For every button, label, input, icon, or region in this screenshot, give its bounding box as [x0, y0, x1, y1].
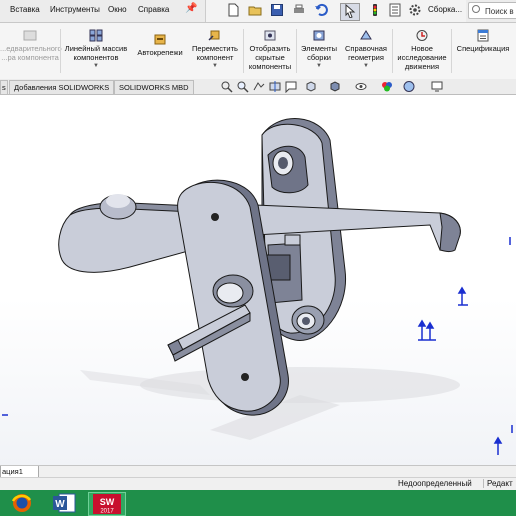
view-orientation-icon[interactable]: [304, 80, 318, 93]
fastener-icon: [154, 34, 166, 45]
move-component-icon: [208, 30, 220, 41]
chevron-down-icon[interactable]: ▼: [62, 62, 130, 70]
menu-window[interactable]: Окно: [108, 5, 127, 14]
tab-overflow[interactable]: s: [0, 80, 8, 94]
show-hidden-label: Отобразить скрытые компоненты: [248, 44, 292, 71]
hide-show-items-icon[interactable]: [354, 80, 368, 93]
ribbon-separator: [60, 29, 61, 73]
zoom-area-icon[interactable]: [236, 80, 250, 93]
windows-taskbar: W SW 2017: [0, 490, 516, 516]
assembly-features-label: Элементы сборки: [301, 44, 337, 62]
chevron-down-icon[interactable]: ▼: [341, 62, 391, 70]
tab-solidworks-addins[interactable]: Добавления SOLIDWORKS: [9, 80, 115, 94]
pin-icon[interactable]: 📌: [185, 3, 197, 14]
select-arrow-icon[interactable]: [340, 3, 360, 21]
smart-fasteners-label: Автокрепежи: [137, 48, 183, 57]
motion-study-icon: [416, 30, 428, 41]
linear-pattern-button[interactable]: Линейный массив компонентов ▼: [62, 23, 130, 79]
command-ribbon: ...едварительного ...ра компонента Линей…: [0, 23, 516, 80]
options-gear-icon[interactable]: [406, 3, 424, 19]
new-document-icon[interactable]: [224, 3, 242, 19]
view-settings-icon[interactable]: [430, 80, 444, 93]
assembly-features-icon: [313, 30, 325, 41]
definition-status: Недоопределенный: [398, 479, 472, 488]
menu-tools[interactable]: Инструменты: [50, 5, 100, 14]
menu-bar: Вставка Инструменты Окно Справка 📌 Сборк…: [0, 0, 516, 23]
graphics-area[interactable]: [0, 95, 516, 465]
apply-scene-icon[interactable]: [402, 80, 416, 93]
component-preview-icon: [23, 30, 37, 41]
assembly-model[interactable]: [0, 95, 516, 465]
ribbon-separator: [243, 29, 244, 73]
bill-of-materials-label: Спецификация: [456, 44, 510, 53]
solidworks-icon[interactable]: SW 2017: [88, 492, 126, 516]
preview-component-label: ...едварительного ...ра компонента: [0, 44, 62, 62]
dynamic-annotation-icon[interactable]: [284, 80, 298, 93]
open-folder-icon[interactable]: [246, 3, 264, 19]
solidworks-version-label: 2017: [100, 509, 114, 515]
tab-solidworks-mbd[interactable]: SOLIDWORKS MBD: [114, 80, 194, 94]
svg-text:SW: SW: [100, 497, 115, 507]
menu-insert[interactable]: Вставка: [10, 5, 40, 14]
search-icon: [472, 5, 480, 13]
ribbon-separator: [296, 29, 297, 73]
svg-text:W: W: [55, 499, 65, 510]
show-hidden-icon: [264, 30, 276, 41]
status-bar: Недоопределенный Редакт: [0, 477, 516, 491]
word-icon[interactable]: W: [50, 492, 78, 514]
ribbon-separator: [451, 29, 452, 73]
undo-icon[interactable]: [312, 3, 330, 19]
bill-of-materials-button[interactable]: Спецификация: [453, 23, 513, 79]
display-style-icon[interactable]: [328, 80, 342, 93]
preview-component-button[interactable]: ...едварительного ...ра компонента: [0, 23, 62, 79]
rebuild-icon[interactable]: [366, 3, 384, 19]
move-component-button[interactable]: Переместить компонент ▼: [188, 23, 242, 79]
smart-fasteners-button[interactable]: Автокрепежи: [132, 23, 188, 79]
firefox-icon[interactable]: [8, 492, 36, 514]
document-name[interactable]: Сборка...: [428, 5, 462, 14]
save-icon[interactable]: [268, 3, 286, 19]
linear-pattern-label: Линейный массив компонентов: [64, 44, 128, 62]
edit-appearance-icon[interactable]: [380, 80, 394, 93]
command-manager-tabs: s Добавления SOLIDWORKS SOLIDWORKS MBD: [0, 79, 516, 95]
linear-pattern-icon: [89, 29, 103, 42]
edit-mode-status: Редакт: [483, 479, 513, 488]
reference-geometry-label: Справочная геометрия: [344, 44, 387, 62]
ribbon-separator: [392, 29, 393, 73]
zoom-to-fit-icon[interactable]: [220, 80, 234, 93]
reference-geometry-button[interactable]: Справочная геометрия ▼: [341, 23, 391, 79]
chevron-down-icon[interactable]: ▼: [188, 62, 242, 70]
chevron-down-icon[interactable]: ▼: [298, 62, 340, 70]
section-view-icon[interactable]: [268, 80, 282, 93]
reference-geometry-icon: [360, 30, 372, 40]
bill-of-materials-icon: [477, 29, 489, 42]
print-icon[interactable]: [290, 3, 308, 19]
file-properties-icon[interactable]: [386, 3, 404, 19]
show-hidden-components-button[interactable]: Отобразить скрытые компоненты: [245, 23, 295, 79]
new-motion-study-button[interactable]: Новое исследование движения: [394, 23, 450, 79]
menu-help[interactable]: Справка: [138, 5, 169, 14]
quick-access-toolbar: Сборка...: [205, 0, 466, 22]
assembly-features-button[interactable]: Элементы сборки ▼: [298, 23, 340, 79]
move-component-label: Переместить компонент: [192, 44, 238, 62]
previous-view-icon[interactable]: [252, 80, 266, 93]
new-motion-study-label: Новое исследование движения: [397, 44, 447, 71]
